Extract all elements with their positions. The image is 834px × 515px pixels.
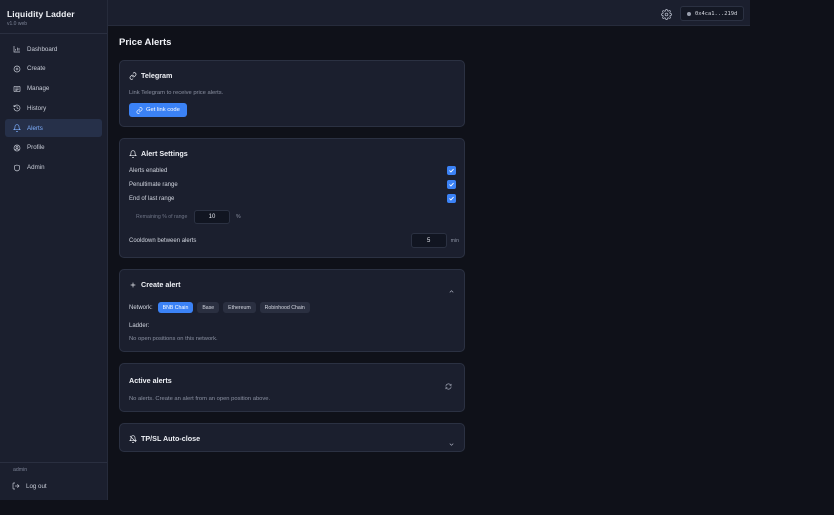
remaining-input[interactable]: 10: [194, 210, 230, 224]
cooldown-input[interactable]: 5: [410, 233, 447, 248]
end-of-last-label: End of last range: [129, 195, 175, 202]
topbar: 0x4ca1...219d: [108, 0, 750, 26]
gear-icon[interactable]: [661, 7, 672, 20]
get-link-code-label: Get link code: [146, 107, 180, 113]
list-icon: [12, 84, 21, 93]
cooldown-row: Cooldown between alerts 5 min: [129, 233, 459, 248]
chevron-down-icon[interactable]: [448, 435, 455, 446]
plus-circle-icon: [12, 64, 21, 73]
alerts-enabled-row: Alerts enabled: [129, 166, 456, 175]
chart-icon: [12, 45, 21, 54]
telegram-title: Telegram: [141, 71, 173, 80]
sidebar: Liquidity Ladder v1.0 web Dashboard Crea…: [0, 0, 108, 500]
create-alert-title: Create alert: [141, 280, 181, 289]
network-robinhood-chain[interactable]: Robinhood Chain: [259, 302, 310, 313]
sidebar-item-label: Profile: [27, 144, 45, 152]
get-link-code-button[interactable]: Get link code: [129, 103, 187, 117]
sidebar-item-label: History: [27, 104, 47, 112]
alerts-enabled-checkbox[interactable]: [447, 166, 456, 175]
sidebar-item-alerts[interactable]: Alerts: [5, 119, 102, 138]
bell-off-icon: [129, 434, 137, 443]
app-version: v1.0 web: [7, 21, 28, 27]
network-row: Network: BNB Chain Base Ethereum Robinho…: [129, 302, 314, 313]
logout-label: Log out: [26, 482, 47, 490]
ladder-label: Ladder:: [129, 323, 150, 329]
app-title: Liquidity Ladder: [7, 9, 75, 19]
network-label: Network:: [129, 304, 153, 311]
sidebar-divider: [0, 33, 107, 34]
sidebar-nav: Dashboard Create Manage History Alerts P…: [5, 40, 102, 179]
network-base[interactable]: Base: [197, 302, 220, 313]
sidebar-item-label: Manage: [27, 85, 50, 93]
remaining-row: Remaining % of range 10 %: [136, 210, 241, 224]
check-icon: [449, 168, 454, 173]
active-alerts-header: Active alerts: [129, 376, 172, 385]
telegram-description: Link Telegram to receive price alerts.: [129, 90, 224, 96]
sidebar-item-label: Alerts: [27, 124, 43, 132]
cooldown-control: 5 min: [410, 233, 459, 248]
remaining-unit: %: [236, 214, 241, 220]
sidebar-item-label: Dashboard: [27, 45, 58, 53]
active-alerts-card: Active alerts No alerts. Create an alert…: [119, 363, 465, 412]
link-icon: [129, 71, 137, 80]
network-bnb-chain[interactable]: BNB Chain: [157, 302, 194, 313]
refresh-icon[interactable]: [445, 377, 452, 390]
create-alert-header[interactable]: Create alert: [129, 280, 181, 289]
sidebar-username: admin: [13, 467, 28, 473]
create-alert-card: Create alert Network: BNB Chain Base Eth…: [119, 269, 465, 352]
chevron-up-icon[interactable]: [448, 282, 455, 293]
sidebar-item-history[interactable]: History: [5, 99, 102, 117]
penultimate-row: Penultimate range: [129, 180, 456, 189]
cooldown-unit: min: [450, 237, 459, 244]
active-alerts-title: Active alerts: [129, 376, 172, 385]
no-alerts-message: No alerts. Create an alert from an open …: [129, 396, 271, 402]
shield-icon: [12, 163, 21, 172]
alert-settings-header: Alert Settings: [129, 149, 188, 158]
cooldown-label: Cooldown between alerts: [129, 237, 197, 244]
sidebar-item-create[interactable]: Create: [5, 60, 102, 78]
penultimate-checkbox[interactable]: [447, 180, 456, 189]
wallet-button[interactable]: 0x4ca1...219d: [680, 6, 745, 21]
plus-icon: [130, 282, 136, 287]
check-icon: [449, 196, 454, 201]
telegram-card: Telegram Link Telegram to receive price …: [119, 60, 465, 127]
logout-button[interactable]: Log out: [12, 482, 47, 490]
alert-settings-title: Alert Settings: [141, 149, 188, 158]
user-circle-icon: [12, 143, 21, 152]
sidebar-item-label: Create: [27, 65, 46, 73]
bell-icon: [129, 149, 137, 158]
penultimate-label: Penultimate range: [129, 181, 178, 188]
check-icon: [449, 182, 454, 187]
link-icon: [136, 106, 143, 114]
page-title: Price Alerts: [119, 37, 172, 48]
remaining-label: Remaining % of range: [136, 214, 188, 220]
tpsl-header: TP/SL Auto-close: [129, 434, 200, 443]
sidebar-item-manage[interactable]: Manage: [5, 80, 102, 98]
end-of-last-row: End of last range: [129, 194, 456, 203]
history-icon: [12, 104, 21, 113]
sidebar-item-dashboard[interactable]: Dashboard: [5, 40, 102, 58]
alert-settings-card: Alert Settings Alerts enabled Penultimat…: [119, 138, 465, 258]
sidebar-item-profile[interactable]: Profile: [5, 139, 102, 157]
network-ethereum[interactable]: Ethereum: [223, 302, 256, 313]
tpsl-card[interactable]: TP/SL Auto-close: [119, 423, 465, 452]
wallet-address: 0x4ca1...219d: [695, 10, 738, 17]
sidebar-item-label: Admin: [27, 164, 45, 172]
sidebar-item-admin[interactable]: Admin: [5, 159, 102, 177]
bell-icon: [12, 124, 21, 133]
sidebar-divider: [0, 462, 107, 463]
no-positions-message: No open positions on this network.: [129, 336, 218, 342]
tpsl-title: TP/SL Auto-close: [141, 434, 201, 443]
logout-icon: [12, 482, 20, 490]
brand: Liquidity Ladder v1.0 web: [7, 9, 75, 27]
telegram-header: Telegram: [129, 71, 172, 80]
end-of-last-checkbox[interactable]: [447, 194, 456, 203]
alerts-enabled-label: Alerts enabled: [129, 167, 168, 174]
wallet-status-dot: [687, 11, 691, 16]
